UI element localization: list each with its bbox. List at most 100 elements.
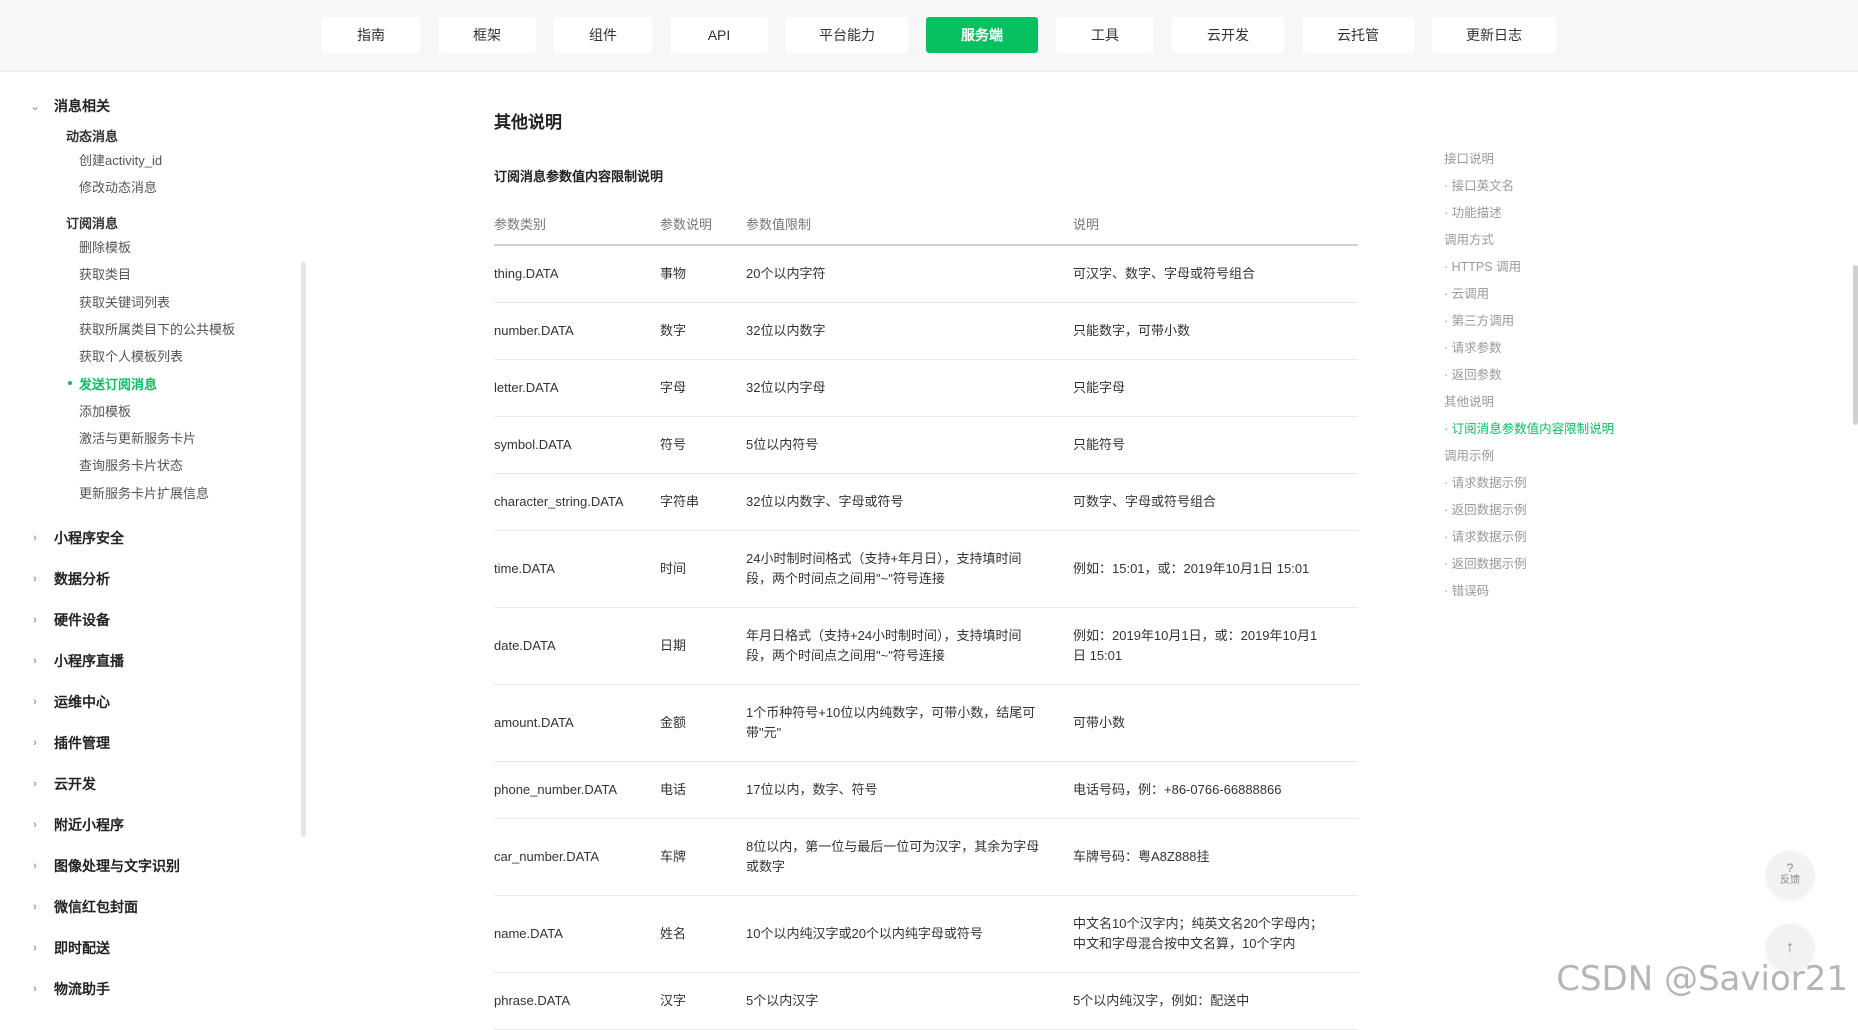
table-row: amount.DATA 金额 1个币种符号+10位以内纯数字，可带小数，结尾可带"元… <box>494 684 1358 762</box>
cell-text: 符号 <box>660 437 687 452</box>
cell-text: 例如：15:01，或：2019年10月1日 15:01 <box>1073 561 1310 576</box>
toc-item[interactable]: · 第三方调用 <box>1444 310 1514 329</box>
sidebar-group[interactable]: › 即时配送 <box>30 938 110 958</box>
sidebar-item[interactable]: 激活与更新服务卡片 <box>79 428 196 447</box>
table-cell: 电话 <box>660 761 746 819</box>
table-cell: letter.DATA <box>494 359 660 417</box>
toc-item[interactable]: 调用示例 <box>1444 445 1494 464</box>
sidebar-item[interactable]: 获取类目 <box>79 264 131 283</box>
sidebar-group[interactable]: › 微信红包封面 <box>30 897 138 917</box>
toc-item[interactable]: · 返回数据示例 <box>1444 499 1527 518</box>
sidebar-group[interactable]: › 小程序直播 <box>30 651 124 671</box>
sidebar: ⌄ 消息相关动态消息创建activity_id 修改动态消息订阅消息删除模板获取类目… <box>0 72 300 1009</box>
sidebar-scrollbar[interactable] <box>301 262 306 837</box>
toc-item[interactable]: · 返回参数 <box>1444 364 1502 383</box>
cell-text: letter.DATA <box>494 380 559 395</box>
table-cell: 年月日格式（支持+24小时制时间），支持填时间段，两个时间点之间用"~"符号连接 <box>746 607 1073 685</box>
sidebar-group[interactable]: › 数据分析 <box>30 569 110 589</box>
toc-item[interactable]: 接口说明 <box>1444 148 1494 167</box>
cell-text: 10个以内纯汉字或20个以内纯字母或符号 <box>746 926 983 941</box>
table-cell: 1个币种符号+10位以内纯数字，可带小数，结尾可带"元" <box>746 684 1073 762</box>
cell-text: 字符串 <box>660 494 700 509</box>
table-cell: 中文名10个汉字内；纯英文名20个字母内；中文和字母混合按中文名算，10个字内 <box>1073 895 1358 973</box>
nav-tab[interactable]: 更新日志 <box>1432 17 1556 53</box>
table-cell: 32位以内数字 <box>746 302 1073 360</box>
table-cell: 20个以内字符 <box>746 245 1073 303</box>
sidebar-group[interactable]: › 云开发 <box>30 774 96 794</box>
toc-item[interactable]: · 请求数据示例 <box>1444 526 1527 545</box>
nav-tab[interactable]: 工具 <box>1056 17 1154 53</box>
sidebar-group[interactable]: › 硬件设备 <box>30 610 110 630</box>
chevron-right-icon: › <box>33 860 37 872</box>
sidebar-group[interactable]: › 附近小程序 <box>30 815 124 835</box>
nav-tab[interactable]: 指南 <box>322 17 420 53</box>
nav-tab[interactable]: 云托管 <box>1302 17 1414 53</box>
table-cell: 17位以内，数字、符号 <box>746 761 1073 819</box>
sidebar-item-active[interactable]: 发送订阅消息 <box>67 374 157 393</box>
table-cell: 5位以内符号 <box>746 416 1073 474</box>
toc-item[interactable]: 其他说明 <box>1444 391 1494 410</box>
sidebar-subgroup-dynamic[interactable]: 动态消息 <box>66 126 118 145</box>
sidebar-item[interactable]: 获取关键词列表 <box>79 292 170 311</box>
nav-tabs: 指南 框架 组件 API 平台能力 服务端 工具 云开发 云托管 更新日志 <box>322 17 1556 53</box>
chevron-right-icon: › <box>33 942 37 954</box>
sidebar-item[interactable]: 获取个人模板列表 <box>79 346 183 365</box>
table-cell: 车牌号码：粤A8Z888挂 <box>1073 818 1358 896</box>
cell-text: 例如：2019年10月1日，或：2019年10月1日 15:01 <box>1073 628 1318 663</box>
params-table: 参数类别 参数说明 参数值限制 说明 thing.DATA 事物 20个以内字符 可汉… <box>494 202 1358 1030</box>
nav-tab[interactable]: 框架 <box>438 17 536 53</box>
sidebar-item[interactable]: 查询服务卡片状态 <box>79 455 183 474</box>
cell-text: 32位以内字母 <box>746 380 826 395</box>
sidebar-group[interactable]: › 图像处理与文字识别 <box>30 856 180 876</box>
sidebar-group[interactable]: › 插件管理 <box>30 733 110 753</box>
nav-tab[interactable]: 平台能力 <box>786 17 908 53</box>
table-cell: amount.DATA <box>494 684 660 762</box>
toc-item[interactable]: · 请求数据示例 <box>1444 472 1527 491</box>
sidebar-subgroup-subscribe[interactable]: 订阅消息 <box>66 213 118 232</box>
sidebar-item[interactable]: 获取所属类目下的公共模板 <box>79 319 235 338</box>
toc-item[interactable]: · 功能描述 <box>1444 202 1502 221</box>
sidebar-item[interactable]: 修改动态消息 <box>79 177 157 196</box>
toc-item[interactable]: · 云调用 <box>1444 283 1489 302</box>
sidebar-item[interactable]: 更新服务卡片扩展信息 <box>79 483 209 502</box>
toc-item[interactable]: · 错误码 <box>1444 580 1489 599</box>
sidebar-group[interactable]: › 运维中心 <box>30 692 110 712</box>
cell-text: 32位以内数字、字母或符号 <box>746 494 904 509</box>
page-scrollbar[interactable] <box>1853 265 1858 425</box>
table-cell: 字符串 <box>660 473 746 531</box>
table-cell: 5个以内汉字 <box>746 972 1073 1030</box>
table-cell: time.DATA <box>494 530 660 608</box>
table-cell: 姓名 <box>660 895 746 973</box>
sidebar-group[interactable]: › 小程序安全 <box>30 528 124 548</box>
sidebar-group[interactable]: › 物流助手 <box>30 979 110 999</box>
nav-tab[interactable]: 服务端 <box>926 17 1038 53</box>
nav-tab[interactable]: 云开发 <box>1172 17 1284 53</box>
toc-item[interactable]: · 返回数据示例 <box>1444 553 1527 572</box>
arrow-up-icon: ↑ <box>1786 939 1794 956</box>
cell-text: amount.DATA <box>494 715 574 730</box>
feedback-button[interactable]: ? 反馈 <box>1766 851 1814 899</box>
sidebar-item[interactable]: 创建activity_id <box>79 150 162 169</box>
table-cell: 日期 <box>660 607 746 685</box>
toc-item[interactable]: · HTTPS 调用 <box>1444 256 1521 275</box>
toc-item[interactable]: · 接口英文名 <box>1444 175 1514 194</box>
table-cell: 24小时制时间格式（支持+年月日），支持填时间段，两个时间点之间用"~"符号连接 <box>746 530 1073 608</box>
table-row: time.DATA 时间 24小时制时间格式（支持+年月日），支持填时间段，两个时间… <box>494 530 1358 608</box>
subsection-heading: 订阅消息参数值内容限制说明 <box>494 169 664 184</box>
nav-tab[interactable]: 组件 <box>554 17 652 53</box>
sidebar-item[interactable]: 添加模板 <box>79 401 131 420</box>
cell-text: 汉字 <box>660 993 687 1008</box>
cell-text: character_string.DATA <box>494 494 624 509</box>
table-cell: 32位以内字母 <box>746 359 1073 417</box>
toc-item[interactable]: · 请求参数 <box>1444 337 1502 356</box>
toc-item[interactable]: 调用方式 <box>1444 229 1494 248</box>
chevron-right-icon: › <box>33 819 37 831</box>
table-cell: 例如：2019年10月1日，或：2019年10月1日 15:01 <box>1073 607 1358 685</box>
table-cell: 数字 <box>660 302 746 360</box>
sidebar-group-messages[interactable]: ⌄ 消息相关 <box>30 96 110 116</box>
nav-tab[interactable]: API <box>670 17 768 53</box>
toc-item-active[interactable]: · 订阅消息参数值内容限制说明 <box>1444 418 1614 437</box>
sidebar-item[interactable]: 删除模板 <box>79 237 131 256</box>
table-row: car_number.DATA 车牌 8位以内，第一位与最后一位可为汉字，其余为字母… <box>494 818 1358 896</box>
cell-text: 24小时制时间格式（支持+年月日），支持填时间段，两个时间点之间用"~"符号连接 <box>746 551 1022 586</box>
